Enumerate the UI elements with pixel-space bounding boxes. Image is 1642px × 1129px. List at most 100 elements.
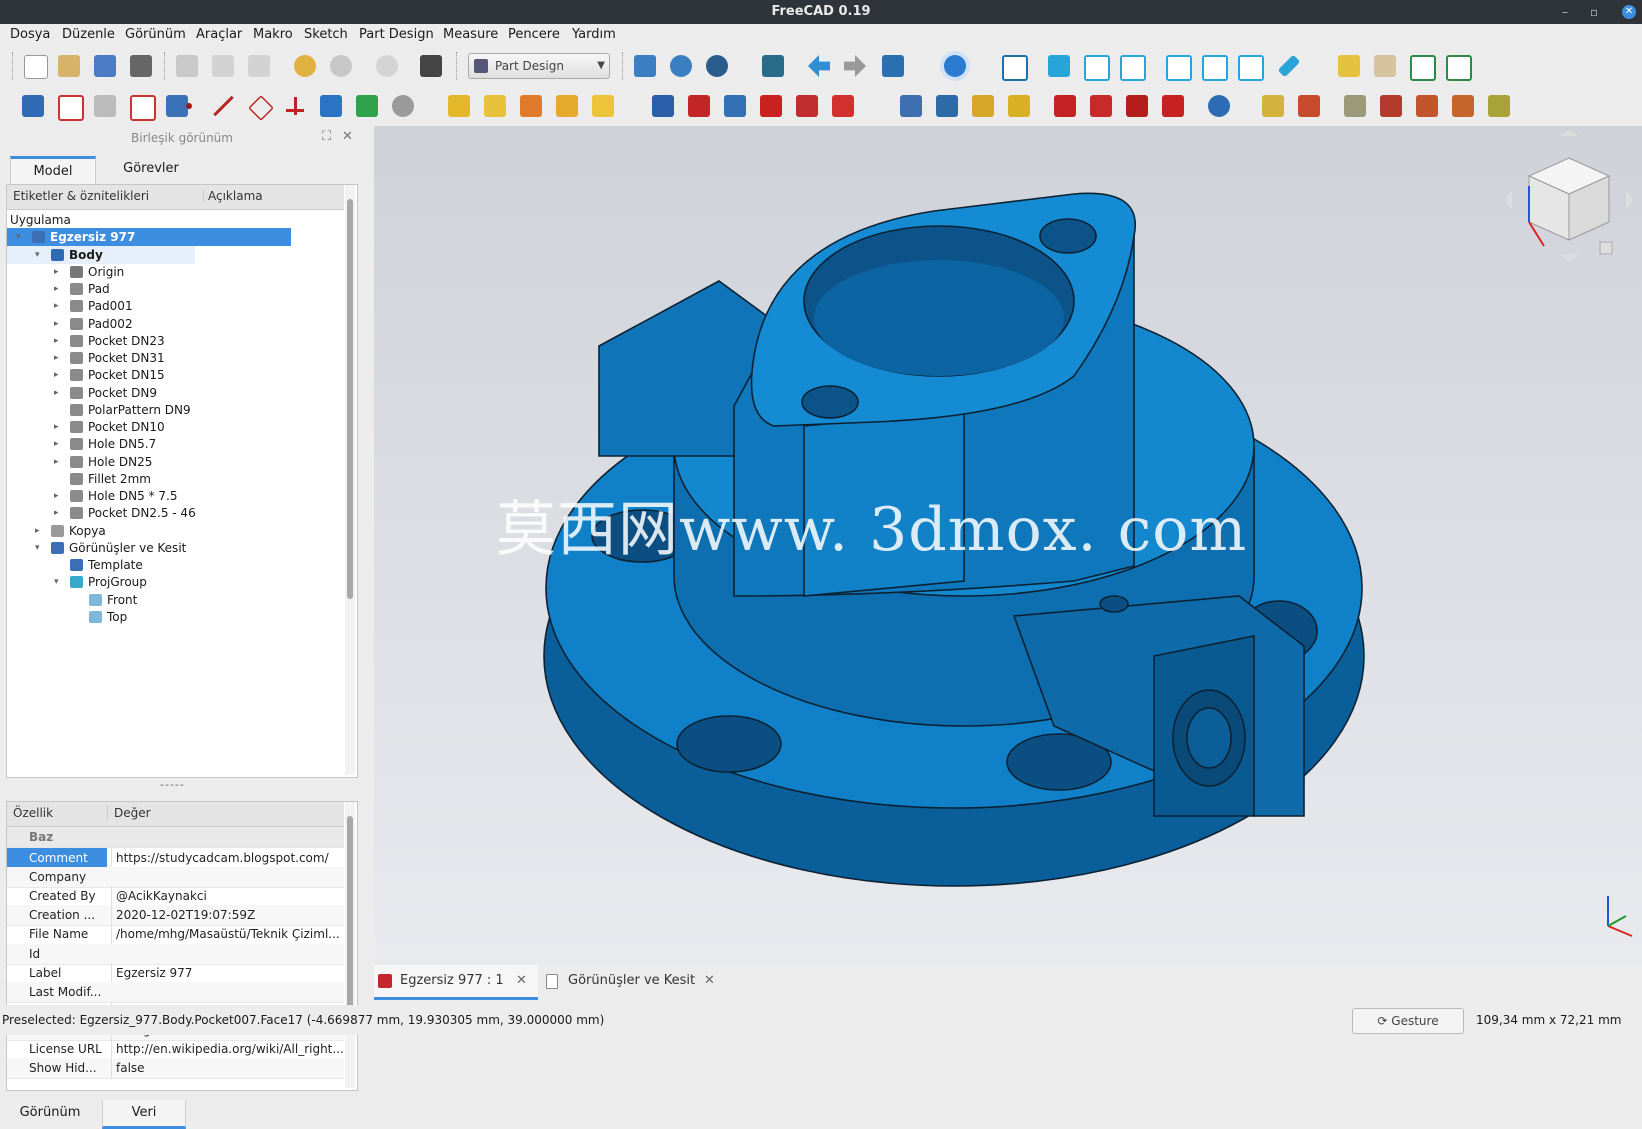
pad-icon[interactable] <box>448 95 470 117</box>
property-value[interactable]: https://studycadcam.blogspot.com/ <box>111 848 346 868</box>
tree-header-description[interactable]: Açıklama <box>203 189 263 203</box>
navigation-cube[interactable] <box>1504 130 1634 270</box>
property-row[interactable]: Show Hid... false <box>7 1058 344 1080</box>
revolution-icon[interactable] <box>484 95 506 117</box>
property-row[interactable]: File Name/home/mhg/Masaüstü/Teknik Çizim… <box>7 924 346 946</box>
view-bottom-icon[interactable] <box>1202 55 1228 81</box>
close-tab-icon[interactable]: ✕ <box>516 965 527 997</box>
thickness-icon[interactable] <box>1008 95 1030 117</box>
tree-item[interactable]: ▸ Hole DN5 * 7.5 <box>7 487 344 505</box>
tree-item[interactable]: ▸ Pocket DN15 <box>7 366 344 384</box>
tab-model[interactable]: Model <box>10 156 96 185</box>
tree-item[interactable]: ▾ ProjGroup <box>7 573 344 591</box>
tree-item[interactable]: Front <box>7 591 344 609</box>
expand-arrow-icon[interactable]: ▸ <box>54 263 59 281</box>
boolean-icon[interactable] <box>1208 95 1230 117</box>
menu-window[interactable]: Pencere <box>508 27 560 42</box>
menu-tools[interactable]: Araçlar <box>196 27 242 42</box>
property-row[interactable]: Label Egzersiz 977 <box>7 962 346 984</box>
view-top-icon[interactable] <box>1084 55 1110 81</box>
collapse-arrow-icon[interactable]: ▾ <box>54 573 59 591</box>
expand-arrow-icon[interactable]: ▸ <box>54 366 59 384</box>
menu-measure[interactable]: Measure <box>443 27 498 42</box>
property-value[interactable]: 2020-12-02T19:07:59Z <box>111 905 346 926</box>
sketch-tool-1-icon[interactable] <box>1262 95 1284 117</box>
pocket-icon[interactable] <box>652 95 674 117</box>
link-actions-icon[interactable] <box>1446 55 1472 81</box>
close-panel-icon[interactable]: ✕ <box>342 129 353 144</box>
tree-item[interactable]: ▾ Egzersiz 977 <box>7 228 344 247</box>
close-window-icon[interactable]: ✕ <box>1622 5 1636 19</box>
float-panel-icon[interactable]: ⛶ <box>322 129 331 144</box>
fit-all-icon[interactable] <box>634 55 656 77</box>
measure-icon[interactable] <box>1277 54 1301 78</box>
tree-item[interactable]: Top <box>7 608 344 626</box>
property-value[interactable]: @AcikKaynakci <box>111 886 346 907</box>
menu-sketch[interactable]: Sketch <box>304 27 348 42</box>
collapse-arrow-icon[interactable]: ▾ <box>16 228 21 246</box>
tree-item[interactable]: ▸ Pad001 <box>7 297 344 315</box>
techdraw-tool-3-icon[interactable] <box>1416 95 1438 117</box>
cut-icon[interactable] <box>176 55 198 77</box>
expand-arrow-icon[interactable]: ▸ <box>54 487 59 505</box>
create-group-icon[interactable] <box>1374 55 1396 77</box>
expand-arrow-icon[interactable]: ▸ <box>54 384 59 402</box>
3d-viewport[interactable]: 莫西网www. 3dmox. com <box>374 126 1642 965</box>
subshape-binder-icon[interactable] <box>356 95 378 117</box>
expand-arrow-icon[interactable]: ▸ <box>54 504 59 522</box>
tree-item[interactable]: ▸ Pocket DN9 <box>7 384 344 402</box>
techdraw-tool-1-icon[interactable] <box>1344 95 1366 117</box>
minimize-icon[interactable]: – <box>1562 0 1568 24</box>
nav-arrow-up-icon[interactable] <box>1559 130 1579 136</box>
draft-icon[interactable] <box>972 95 994 117</box>
view-left-icon[interactable] <box>1238 55 1264 81</box>
datum-line-icon[interactable] <box>212 95 234 117</box>
expand-arrow-icon[interactable]: ▸ <box>54 297 59 315</box>
view-front-icon[interactable] <box>1048 55 1070 77</box>
subtractive-pipe-icon[interactable] <box>796 95 818 117</box>
create-sketch-icon[interactable] <box>58 95 84 121</box>
menu-file[interactable]: Dosya <box>10 27 50 42</box>
nav-cube-menu-icon[interactable] <box>1599 241 1613 255</box>
save-icon[interactable] <box>94 55 116 77</box>
collapse-arrow-icon[interactable]: ▾ <box>35 246 40 264</box>
clone-body-icon[interactable] <box>392 95 414 117</box>
open-document-icon[interactable] <box>58 55 80 77</box>
tree-item[interactable]: ▸ Pocket DN23 <box>7 332 344 350</box>
tab-data-properties[interactable]: Veri <box>102 1100 186 1129</box>
std-view-zoom-icon[interactable] <box>944 55 966 77</box>
close-tab-icon[interactable]: ✕ <box>704 965 715 997</box>
property-header-name[interactable]: Özellik <box>13 806 53 820</box>
property-row[interactable]: License URL http://en.wikipedia.org/wiki/… <box>7 1039 344 1060</box>
expand-arrow-icon[interactable]: ▸ <box>54 435 59 453</box>
tree-item[interactable]: ▸ Origin <box>7 263 344 281</box>
nav-arrow-left-icon[interactable] <box>1504 190 1512 210</box>
property-value[interactable]: http://en.wikipedia.org/wiki/All_right..… <box>111 1039 346 1059</box>
menu-help[interactable]: Yardım <box>572 27 616 42</box>
create-body-icon[interactable] <box>22 95 44 117</box>
sketch-tool-2-icon[interactable] <box>1298 95 1320 117</box>
tree-scrollbar-thumb[interactable] <box>347 199 353 599</box>
property-value[interactable]: Egzersiz 977 <box>111 962 346 983</box>
validate-sketch-icon[interactable] <box>130 95 156 121</box>
nav-arrow-right-icon[interactable] <box>1626 190 1634 210</box>
view-rear-icon[interactable] <box>1166 55 1192 81</box>
additive-helix-icon[interactable] <box>592 95 614 117</box>
datum-plane-icon[interactable] <box>248 95 274 121</box>
tab-view-properties[interactable]: Görünüm <box>0 1100 100 1126</box>
subtractive-helix-icon[interactable] <box>832 95 854 117</box>
tree-item[interactable]: ▸ Pocket DN31 <box>7 349 344 367</box>
property-row[interactable]: Comment https://studycadcam.blogspot.com/ <box>7 848 344 869</box>
bounding-box-icon[interactable] <box>762 55 784 77</box>
expand-arrow-icon[interactable]: ▸ <box>54 280 59 298</box>
tree-item[interactable]: ▸ Pocket DN10 <box>7 418 344 436</box>
copy-icon[interactable] <box>212 55 234 77</box>
tree-scrollbar[interactable] <box>345 185 355 775</box>
shape-binder-icon[interactable] <box>320 95 342 117</box>
property-value[interactable]: /home/mhg/Masaüstü/Teknik Çiziml... <box>111 924 346 945</box>
tree-header-labels[interactable]: Etiketler & öznitelikleri <box>13 189 149 203</box>
tree-item[interactable]: ▾ Body <box>7 245 344 264</box>
restore-icon[interactable]: ▫ <box>1590 0 1598 24</box>
mirrored-icon[interactable] <box>1054 95 1076 117</box>
redo-icon[interactable] <box>330 55 352 77</box>
